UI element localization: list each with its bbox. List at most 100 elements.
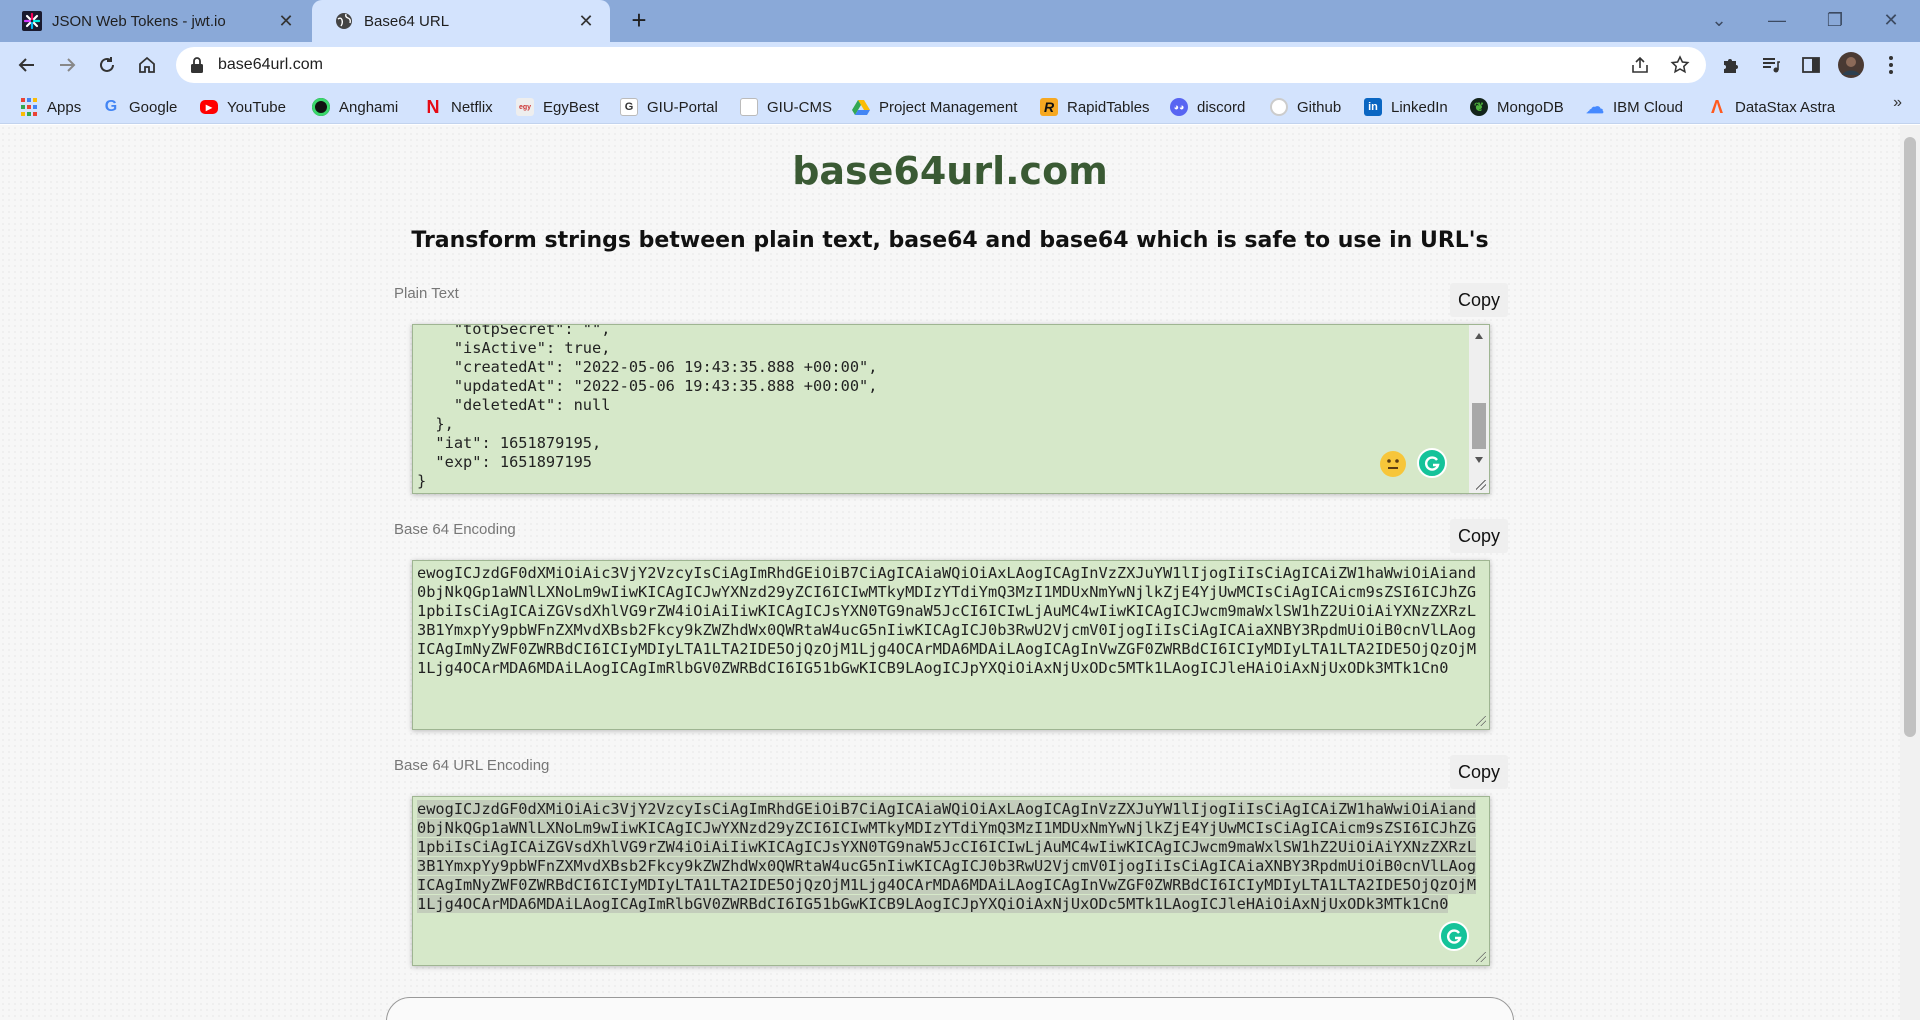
base64url-content: ewogICJzdGF0dXMiOiAic3VjY2VzcyIsCiAgImRh…	[417, 800, 1477, 913]
bookmark-label: YouTube	[227, 98, 286, 116]
jwt-favicon-icon	[22, 11, 42, 31]
plain-text-label: Plain Text	[394, 285, 459, 302]
side-panel-icon	[1802, 57, 1820, 73]
neutral-face-icon[interactable]	[1379, 450, 1407, 478]
share-icon[interactable]	[1630, 55, 1650, 75]
tab-title: Base64 URL	[364, 12, 450, 30]
close-tab-icon[interactable]: ✕	[276, 11, 296, 31]
base64url-label: Base 64 URL Encoding	[394, 757, 550, 774]
kebab-menu-icon	[1889, 56, 1893, 74]
puzzle-icon	[1724, 59, 1738, 73]
lock-icon	[191, 57, 203, 73]
resize-handle-icon[interactable]	[1476, 480, 1486, 490]
base64-label: Base 64 Encoding	[394, 521, 516, 538]
bookmark-anghami[interactable]: Anghami	[312, 96, 398, 118]
site-title: base64url.com	[792, 149, 1108, 193]
side-panel-button[interactable]	[1794, 48, 1828, 82]
bookmark-project-management[interactable]: Project Management	[852, 96, 1017, 118]
bookmark-label: GIU-Portal	[647, 98, 718, 116]
mongodb-icon: ❦	[1470, 98, 1488, 116]
browser-toolbar: base64url.com	[0, 42, 1920, 88]
bookmark-label: Google	[129, 98, 178, 116]
bookmark-youtube[interactable]: ▶ YouTube	[200, 96, 286, 118]
tab-base64url[interactable]: Base64 URL ✕	[312, 0, 610, 42]
bookmark-discord[interactable]: ◕◕ discord	[1170, 96, 1245, 118]
bookmark-label: Anghami	[339, 98, 399, 116]
tab-jwt[interactable]: JSON Web Tokens - jwt.io ✕	[0, 0, 310, 42]
bookmark-google[interactable]: G Google	[102, 96, 178, 118]
linkedin-icon: in	[1364, 98, 1382, 116]
bookmark-star-icon[interactable]	[1670, 55, 1690, 75]
grammarly-icon[interactable]	[1417, 448, 1447, 478]
bookmark-rapidtables[interactable]: R RapidTables	[1040, 96, 1150, 118]
bookmark-netflix[interactable]: N Netflix	[424, 96, 493, 118]
browser-menu-button[interactable]	[1874, 48, 1908, 82]
bookmark-github[interactable]: Github	[1270, 96, 1341, 118]
textarea-scrollbar[interactable]	[1469, 325, 1489, 493]
bookmark-giu-cms[interactable]: GIU-CMS	[740, 96, 832, 118]
new-tab-button[interactable]: +	[624, 6, 654, 36]
resize-handle-icon[interactable]	[1476, 952, 1486, 962]
page-scrollbar[interactable]	[1900, 125, 1920, 1020]
bookmark-apps[interactable]: Apps	[20, 96, 81, 118]
copy-base64url-button[interactable]: Copy	[1450, 755, 1508, 789]
base64-textarea[interactable]: ewogICJzdGF0dXMiOiAic3VjY2VzcyIsCiAgImRh…	[412, 560, 1490, 730]
bookmark-linkedin[interactable]: in LinkedIn	[1364, 96, 1448, 118]
profile-button[interactable]	[1834, 48, 1868, 82]
scroll-thumb[interactable]	[1472, 403, 1486, 449]
media-control-button[interactable]	[1754, 48, 1788, 82]
resize-handle-icon[interactable]	[1476, 716, 1486, 726]
next-section-box	[386, 997, 1514, 1020]
avatar	[1838, 52, 1864, 78]
plain-text-textarea[interactable]: "totpSecret": "", "isActive": true, "cre…	[412, 324, 1490, 494]
bookmark-label: Apps	[47, 98, 82, 116]
bookmark-label: EgyBest	[543, 98, 599, 116]
base64url-textarea[interactable]: ewogICJzdGF0dXMiOiAic3VjY2VzcyIsCiAgImRh…	[412, 796, 1490, 966]
scroll-down-arrow-icon[interactable]	[1475, 457, 1483, 463]
discord-icon: ◕◕	[1170, 98, 1188, 116]
bookmark-label: discord	[1197, 98, 1246, 116]
arrow-right-icon	[60, 58, 76, 72]
bookmarks-bar: Apps G Google ▶ YouTube Anghami N Netfli…	[0, 88, 1920, 124]
address-bar[interactable]: base64url.com	[176, 47, 1706, 83]
bookmark-label: Netflix	[451, 98, 493, 116]
bookmark-label: DataStax Astra	[1735, 98, 1836, 116]
bookmark-label: RapidTables	[1067, 98, 1150, 116]
globe-icon	[336, 13, 352, 29]
back-button[interactable]	[10, 48, 44, 82]
extensions-button[interactable]	[1714, 48, 1748, 82]
page-subtitle: Transform strings between plain text, ba…	[411, 228, 1489, 253]
apps-grid-icon	[20, 98, 38, 116]
close-tab-icon[interactable]: ✕	[576, 11, 596, 31]
close-window-button[interactable]: ✕	[1862, 0, 1920, 40]
github-icon	[1270, 98, 1288, 116]
bookmark-label: Project Management	[879, 98, 1018, 116]
egybest-icon: egy	[516, 98, 534, 116]
bookmark-giu-portal[interactable]: G GIU-Portal	[620, 96, 718, 118]
google-icon: G	[104, 98, 118, 115]
bookmark-datastax[interactable]: Λ DataStax Astra	[1708, 96, 1835, 118]
anghami-icon	[312, 98, 330, 116]
bookmark-label: IBM Cloud	[1613, 98, 1684, 116]
bookmark-mongodb[interactable]: ❦ MongoDB	[1470, 96, 1564, 118]
home-icon	[139, 56, 155, 73]
bookmark-label: MongoDB	[1497, 98, 1564, 116]
arrow-left-icon	[18, 58, 34, 72]
bookmark-ibm-cloud[interactable]: ☁ IBM Cloud	[1586, 96, 1683, 118]
restore-button[interactable]: ❐	[1806, 0, 1864, 40]
tab-title: JSON Web Tokens - jwt.io	[52, 12, 226, 30]
address-url: base64url.com	[218, 56, 323, 73]
copy-base64-button[interactable]: Copy	[1450, 519, 1508, 553]
copy-plain-button[interactable]: Copy	[1450, 283, 1508, 317]
bookmark-egybest[interactable]: egy EgyBest	[516, 96, 599, 118]
google-drive-icon	[852, 100, 870, 115]
reload-button[interactable]	[90, 48, 124, 82]
tab-search-icon[interactable]: ⌄	[1690, 0, 1748, 40]
home-button[interactable]	[130, 48, 164, 82]
grammarly-icon[interactable]	[1439, 921, 1469, 951]
minimize-button[interactable]: —	[1748, 0, 1806, 40]
scroll-up-arrow-icon[interactable]	[1475, 333, 1483, 339]
page-scroll-thumb[interactable]	[1904, 137, 1916, 737]
more-bookmarks-chevron-icon[interactable]: »	[1893, 94, 1902, 112]
forward-button[interactable]	[50, 48, 84, 82]
